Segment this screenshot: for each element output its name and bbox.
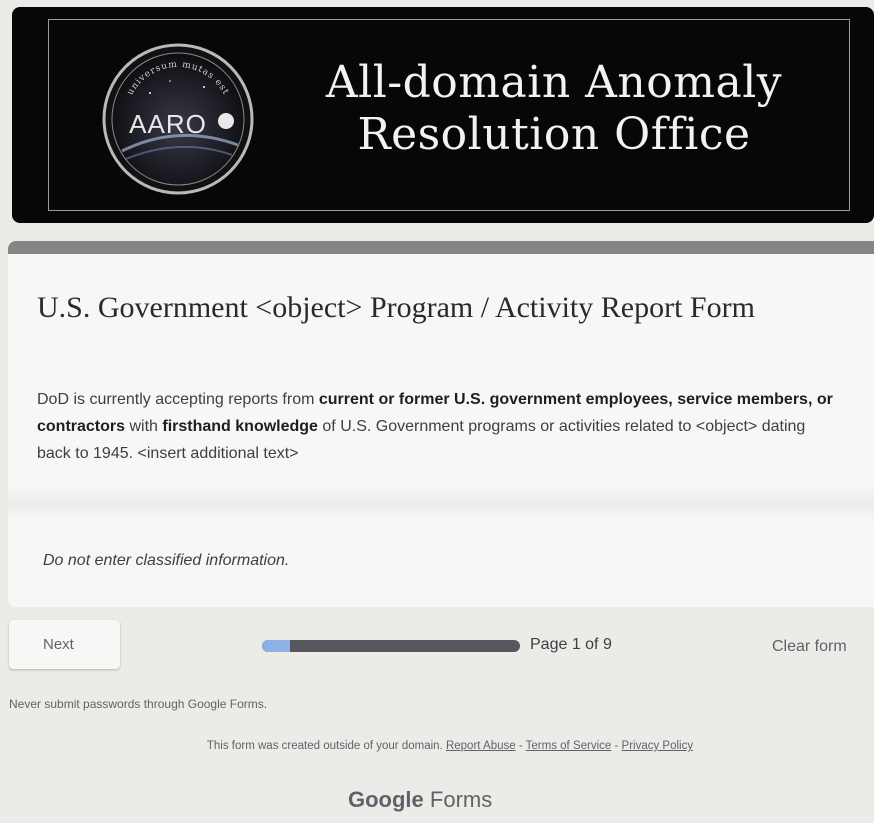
privacy-policy-link[interactable]: Privacy Policy xyxy=(622,740,694,752)
description-text-2: with xyxy=(125,418,163,435)
seal-text: AARO xyxy=(129,109,207,139)
password-warning: Never submit passwords through Google Fo… xyxy=(9,697,268,711)
google-forms-logo[interactable]: Google Forms xyxy=(348,787,492,813)
classified-warning-note: Do not enter classified information. xyxy=(43,552,290,569)
aaro-seal-logo: universum mutas est AARO xyxy=(102,43,254,195)
form-description: DoD is currently accepting reports from … xyxy=(37,386,837,467)
form-title: U.S. Government <object> Program / Activ… xyxy=(37,291,755,324)
footer-separator: - xyxy=(515,740,526,752)
created-outside-text: This form was created outside of your do… xyxy=(206,740,443,752)
footer-links: This form was created outside of your do… xyxy=(0,740,874,752)
banner-title: All-domain Anomaly Resolution Office xyxy=(274,57,834,161)
banner-title-line-1: All-domain Anomaly xyxy=(325,57,783,108)
brand-forms: Forms xyxy=(429,787,493,812)
report-abuse-link[interactable]: Report Abuse xyxy=(446,740,516,752)
progress-bar xyxy=(262,640,520,652)
page-indicator: Page 1 of 9 xyxy=(530,636,612,653)
clear-form-button[interactable]: Clear form xyxy=(762,633,874,661)
footer-separator: - xyxy=(611,740,622,752)
header-banner: universum mutas est AARO All-domain Anom… xyxy=(12,7,874,223)
description-text-1: DoD is currently accepting reports from xyxy=(37,391,319,408)
terms-of-service-link[interactable]: Terms of Service xyxy=(526,740,612,752)
form-header-card: U.S. Government <object> Program / Activ… xyxy=(8,241,874,607)
banner-title-line-2: Resolution Office xyxy=(357,109,751,160)
next-button[interactable]: Next xyxy=(9,620,120,669)
scan-artifact xyxy=(8,486,874,522)
description-bold-2: firsthand knowledge xyxy=(162,418,318,435)
brand-google: Google xyxy=(348,787,424,812)
progress-bar-fill xyxy=(262,640,291,652)
